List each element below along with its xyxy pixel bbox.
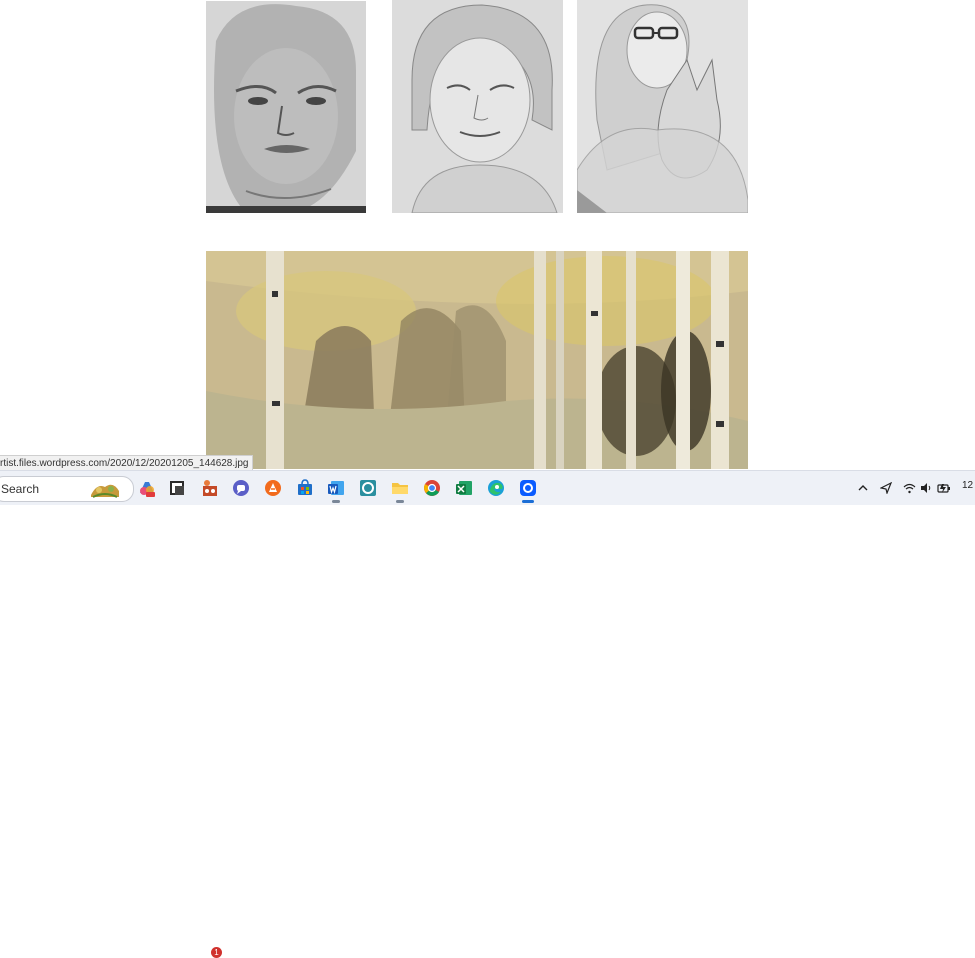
zoom-active-indicator	[522, 500, 534, 503]
battery-icon[interactable]	[937, 478, 951, 498]
file-explorer-icon[interactable]	[390, 478, 410, 498]
sketch-portrait-elderly-woman[interactable]	[392, 0, 563, 213]
notes-icon[interactable]	[167, 478, 187, 498]
search-label: Search	[1, 482, 40, 496]
store-icon[interactable]	[358, 478, 378, 498]
search-box[interactable]: Search	[0, 476, 134, 502]
search-highlight-icon	[91, 484, 119, 498]
word-icon[interactable]	[326, 478, 346, 498]
game-icon[interactable]	[200, 478, 220, 498]
excel-icon[interactable]	[454, 478, 474, 498]
wifi-icon[interactable]	[903, 478, 916, 498]
location-icon[interactable]	[880, 478, 892, 498]
chrome-icon[interactable]	[422, 478, 442, 498]
avast-icon[interactable]	[263, 478, 283, 498]
taskbar: Search 1	[0, 470, 975, 958]
teams-chat-icon[interactable]	[231, 478, 251, 498]
edge-icon[interactable]	[486, 478, 506, 498]
sketch-portrait-man[interactable]	[206, 1, 366, 213]
watercolor-birch-forest[interactable]	[206, 251, 748, 469]
explorer-active-indicator	[396, 500, 404, 503]
clock-time[interactable]: 12	[962, 480, 973, 491]
word-active-indicator	[332, 500, 340, 503]
speaker-icon[interactable]	[920, 478, 932, 498]
chevron-up-icon[interactable]	[858, 478, 868, 498]
notification-badge: 1	[211, 947, 222, 958]
microsoft-store-icon[interactable]	[295, 478, 315, 498]
sketch-portrait-woman-with-cat[interactable]	[577, 0, 748, 213]
zoom-icon[interactable]	[518, 478, 538, 498]
copilot-icon[interactable]	[137, 478, 157, 498]
